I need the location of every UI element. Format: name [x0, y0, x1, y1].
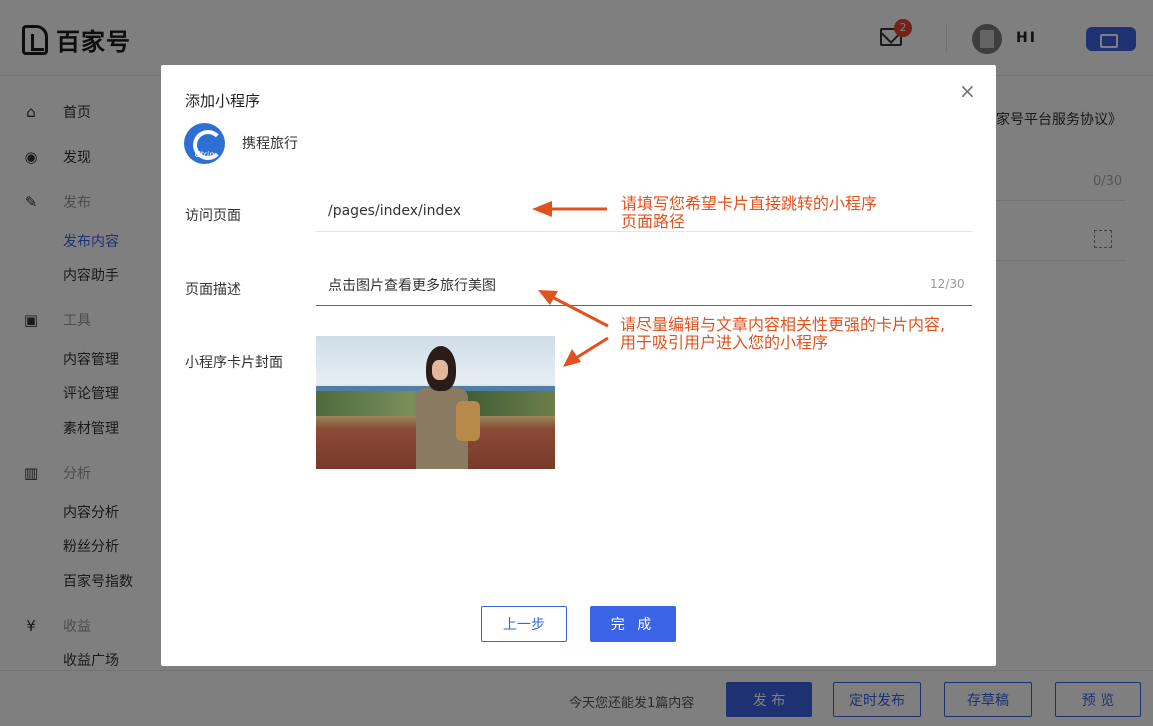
dialog-title: 添加小程序	[185, 92, 261, 110]
done-button[interactable]: 完 成	[590, 606, 676, 642]
desc-hint-line-2: 用于吸引用户进入您的小程序	[620, 333, 829, 352]
app-name: 携程旅行	[242, 136, 298, 152]
close-icon[interactable]: ×	[959, 81, 976, 101]
path-hint-line-1: 请填写您希望卡片直接跳转的小程序	[621, 194, 878, 213]
cover-label: 小程序卡片封面	[185, 355, 283, 371]
prev-step-button[interactable]: 上一步	[481, 606, 567, 642]
path-hint-line-2: 页面路径	[621, 212, 686, 231]
page-desc-label: 页面描述	[185, 282, 241, 298]
add-mini-program-dialog: 添加小程序 × Ctrip 携程旅行 访问页面 页面描述 12/30 小程序卡片…	[161, 65, 996, 666]
page-path-label: 访问页面	[185, 208, 241, 224]
cover-image[interactable]	[316, 336, 555, 469]
desc-char-counter: 12/30	[930, 277, 965, 291]
desc-hint-line-1: 请尽量编辑与文章内容相关性更强的卡片内容,	[620, 315, 946, 334]
app-logo-text: Ctrip	[194, 150, 215, 159]
ctrip-logo-icon: Ctrip	[184, 123, 225, 164]
page-desc-input[interactable]	[316, 264, 972, 306]
